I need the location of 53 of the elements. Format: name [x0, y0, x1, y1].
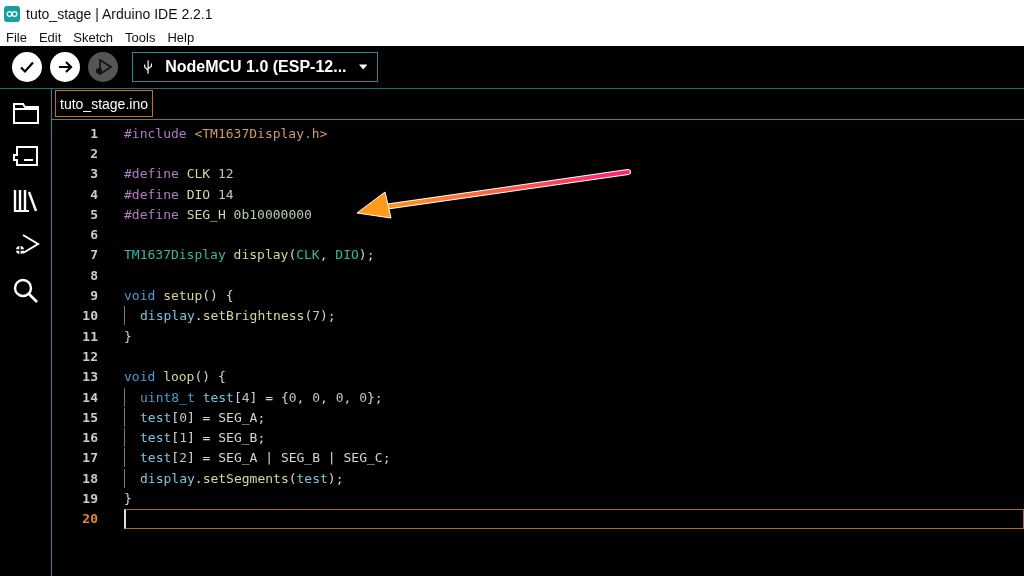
line-number: 13 [81, 369, 98, 385]
usb-icon [143, 58, 154, 76]
code-line: uint8_t test[4] = {0, 0, 0, 0}; [140, 388, 384, 406]
code-line: #define SEG_H 0b10000000 [124, 205, 313, 224]
line-number: 11 [81, 328, 98, 344]
line-number: 16 [81, 430, 98, 446]
dropdown-caret-icon [358, 64, 367, 70]
line-number: 14 [81, 389, 98, 405]
code-line: } [124, 327, 133, 346]
verify-button[interactable] [12, 52, 42, 82]
line-number: 9 [89, 288, 98, 303]
board-selector[interactable]: NodeMCU 1.0 (ESP-12... [132, 52, 378, 82]
code-line: test[0] = SEG_A; [140, 408, 267, 427]
menu-item[interactable]: Sketch [73, 29, 114, 45]
code-line: void loop() { [124, 368, 227, 386]
line-number: 3 [89, 166, 98, 182]
line-number: 8 [89, 267, 98, 283]
current-line-highlight[interactable] [124, 508, 1024, 529]
code-line: display.setBrightness(7); [140, 307, 337, 325]
line-number: 10 [81, 308, 98, 324]
line-number: 7 [89, 247, 98, 263]
line-number: 4 [89, 186, 98, 202]
folder-icon[interactable] [11, 101, 40, 125]
library-icon[interactable] [11, 187, 40, 213]
code-line: #include <TM1637Display.h> [124, 124, 329, 143]
menu-item[interactable]: File [6, 29, 27, 45]
code-line: void setup() { [124, 287, 235, 305]
line-number: 18 [81, 470, 98, 486]
upload-button[interactable] [50, 52, 80, 82]
menu-item[interactable]: Edit [38, 29, 62, 45]
line-number: 12 [81, 348, 98, 364]
search-icon[interactable] [11, 277, 40, 305]
line-number: 6 [89, 227, 98, 243]
file-tab[interactable]: tuto_stage.ino [55, 90, 153, 117]
line-number: 1 [89, 125, 98, 141]
board-icon[interactable] [11, 144, 40, 168]
code-line: display.setSegments(test); [140, 469, 345, 488]
code-line: #define CLK 12 [124, 165, 235, 183]
menu-item[interactable]: Help [167, 29, 195, 45]
line-number: 19 [81, 491, 98, 506]
menu-item[interactable]: Tools [125, 29, 156, 45]
line-number: 5 [89, 206, 98, 222]
line-number: 15 [81, 409, 98, 425]
line-number: 20 [81, 511, 98, 527]
code-line: test[1] = SEG_B; [140, 429, 267, 447]
line-number: 2 [89, 145, 98, 161]
code-line: test[2] = SEG_A | SEG_B | SEG_C; [140, 449, 392, 467]
code-line: TM1637Display display(CLK, DIO); [124, 246, 376, 264]
code-line: } [124, 490, 133, 508]
line-number: 17 [81, 450, 98, 466]
code-line: #define DIO 14 [124, 185, 235, 204]
window-title: tuto_stage | Arduino IDE 2.2.1 [26, 6, 213, 22]
app-logo-icon [4, 6, 20, 22]
